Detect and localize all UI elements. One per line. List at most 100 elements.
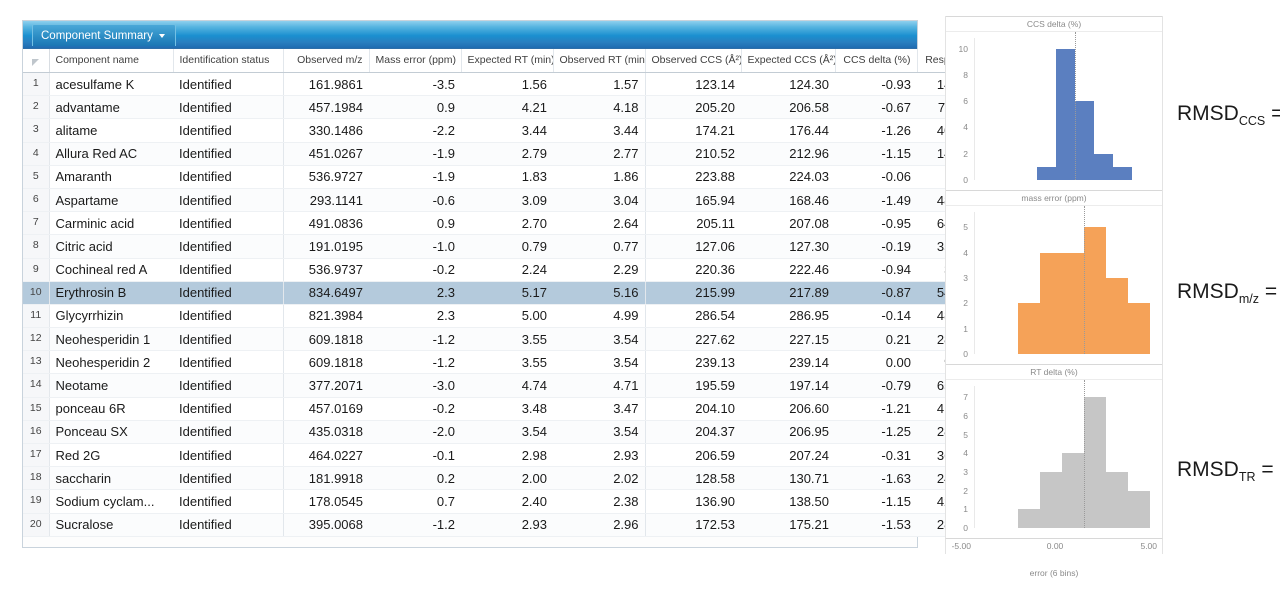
cell-status[interactable]: Identified [173, 188, 283, 213]
histogram-bar[interactable] [1128, 303, 1151, 354]
cell-status[interactable]: Identified [173, 142, 283, 166]
table-row[interactable]: 4 Allura Red AC Identified 451.0267 -1.9 2.79… [23, 142, 1019, 166]
row-number[interactable]: 15 [23, 397, 50, 421]
cell-ort[interactable]: 4.99 [553, 304, 645, 329]
cell-ccsdelta[interactable]: -0.14 [835, 304, 917, 329]
cell-mz[interactable]: 330.1486 [282, 118, 369, 143]
cell-status[interactable]: Identified [173, 513, 283, 537]
cell-name[interactable]: ponceau 6R [49, 397, 173, 421]
cell-ccsdelta[interactable]: -0.19 [835, 234, 917, 259]
cell-mz[interactable]: 457.1984 [282, 95, 369, 120]
cell-name[interactable]: saccharin [49, 466, 173, 491]
cell-ort[interactable]: 3.54 [553, 350, 645, 375]
cell-ert[interactable]: 2.93 [461, 513, 553, 537]
row-number[interactable]: 12 [23, 327, 50, 352]
column-header-masserr[interactable]: Mass error (ppm) [369, 49, 462, 73]
column-header-ccsdelta[interactable]: CCS delta (%) [835, 49, 918, 73]
cell-masserr[interactable]: -2.2 [369, 118, 461, 143]
cell-eccs[interactable]: 239.14 [741, 350, 835, 375]
cell-status[interactable]: Identified [173, 397, 283, 421]
cell-occs[interactable]: 239.13 [644, 350, 741, 375]
row-number[interactable]: 19 [23, 489, 50, 514]
cell-occs[interactable]: 223.88 [644, 165, 741, 189]
cell-ert[interactable]: 3.09 [461, 188, 553, 213]
cell-ccsdelta[interactable]: -1.21 [835, 397, 917, 421]
cell-ert[interactable]: 3.44 [461, 118, 553, 143]
table-row[interactable]: 3 alitame Identified 330.1486 -2.2 3.44 3.44 17… [23, 118, 1019, 143]
cell-masserr[interactable]: -1.2 [369, 350, 461, 375]
histogram-bar[interactable] [1062, 252, 1085, 354]
cell-ert[interactable]: 3.54 [461, 420, 553, 445]
cell-ccsdelta[interactable]: -0.31 [835, 443, 917, 468]
cell-occs[interactable]: 286.54 [644, 304, 741, 329]
cell-status[interactable]: Identified [173, 443, 283, 468]
row-number[interactable]: 2 [23, 95, 50, 120]
cell-mz[interactable]: 435.0318 [282, 420, 369, 445]
cell-eccs[interactable]: 217.89 [741, 281, 835, 305]
grid-scroll-region[interactable]: Component name Identification status Obser… [23, 49, 1020, 537]
cell-name[interactable]: Sodium cyclam... [49, 489, 173, 514]
cell-ert[interactable]: 5.17 [461, 281, 553, 305]
cell-eccs[interactable]: 206.58 [741, 95, 835, 120]
cell-status[interactable]: Identified [173, 118, 283, 143]
table-row[interactable]: 6 Aspartame Identified 293.1141 -0.6 3.09 3.04… [23, 188, 1019, 213]
cell-ccsdelta[interactable]: -1.15 [835, 489, 917, 514]
cell-ert[interactable]: 2.00 [461, 466, 553, 491]
cell-ccsdelta[interactable]: -0.94 [835, 258, 917, 282]
cell-ort[interactable]: 0.77 [553, 234, 645, 259]
table-row[interactable]: 11 Glycyrrhizin Identified 821.3984 2.3 5.00 4… [23, 304, 1019, 329]
cell-masserr[interactable]: -1.0 [369, 234, 461, 259]
cell-name[interactable]: Allura Red AC [49, 142, 173, 166]
row-number[interactable]: 1 [23, 72, 50, 97]
cell-ert[interactable]: 3.55 [461, 327, 553, 352]
cell-mz[interactable]: 609.1818 [282, 327, 369, 352]
cell-name[interactable]: Aspartame [49, 188, 173, 213]
cell-masserr[interactable]: -0.1 [369, 443, 461, 468]
row-number[interactable]: 20 [23, 513, 50, 537]
row-number[interactable]: 6 [23, 188, 50, 213]
cell-eccs[interactable]: 206.95 [741, 420, 835, 445]
cell-name[interactable]: Neohesperidin 1 [49, 327, 173, 352]
column-header-ort[interactable]: Observed RT (min) [553, 49, 646, 73]
cell-mz[interactable]: 451.0267 [282, 142, 369, 166]
row-number[interactable]: 10 [23, 281, 50, 305]
table-row[interactable]: 2 advantame Identified 457.1984 0.9 4.21 4.18 2… [23, 95, 1019, 120]
cell-masserr[interactable]: 0.2 [369, 466, 461, 491]
cell-status[interactable]: Identified [173, 95, 283, 120]
cell-masserr[interactable]: -3.5 [369, 72, 461, 97]
cell-ccsdelta[interactable]: -1.53 [835, 513, 917, 537]
cell-occs[interactable]: 136.90 [644, 489, 741, 514]
cell-ert[interactable]: 4.74 [461, 373, 553, 398]
cell-ort[interactable]: 2.29 [553, 258, 645, 282]
cell-eccs[interactable]: 212.96 [741, 142, 835, 166]
cell-masserr[interactable]: 0.7 [369, 489, 461, 514]
cell-occs[interactable]: 220.36 [644, 258, 741, 282]
cell-ert[interactable]: 2.79 [461, 142, 553, 166]
cell-occs[interactable]: 205.20 [644, 95, 741, 120]
cell-eccs[interactable]: 227.15 [741, 327, 835, 352]
column-header-occs[interactable]: Observed CCS (Å²) [645, 49, 742, 73]
cell-eccs[interactable]: 224.03 [741, 165, 835, 189]
cell-name[interactable]: Neotame [49, 373, 173, 398]
table-row[interactable]: 1 acesulfame K Identified 161.9861 -3.5 1.56 1… [23, 72, 1019, 97]
cell-status[interactable]: Identified [173, 420, 283, 445]
cell-mz[interactable]: 457.0169 [282, 397, 369, 421]
cell-ert[interactable]: 3.55 [461, 350, 553, 375]
cell-eccs[interactable]: 207.08 [741, 211, 835, 236]
cell-ccsdelta[interactable]: 0.21 [835, 327, 917, 352]
histogram-bar[interactable] [1018, 509, 1041, 528]
cell-ccsdelta[interactable]: -1.25 [835, 420, 917, 445]
cell-masserr[interactable]: 2.3 [369, 304, 461, 329]
cell-occs[interactable]: 227.62 [644, 327, 741, 352]
cell-ert[interactable]: 2.70 [461, 211, 553, 236]
histogram-bar[interactable] [1056, 48, 1076, 180]
cell-ort[interactable]: 3.54 [553, 327, 645, 352]
cell-ert[interactable]: 0.79 [461, 234, 553, 259]
cell-masserr[interactable]: -1.2 [369, 513, 461, 537]
cell-ert[interactable]: 1.56 [461, 72, 553, 97]
cell-masserr[interactable]: -1.2 [369, 327, 461, 352]
cell-status[interactable]: Identified [173, 72, 283, 97]
table-row[interactable]: 5 Amaranth Identified 536.9727 -1.9 1.83 1.86 2… [23, 165, 1019, 189]
cell-name[interactable]: acesulfame K [49, 72, 173, 97]
histogram-bar[interactable] [1040, 252, 1063, 354]
